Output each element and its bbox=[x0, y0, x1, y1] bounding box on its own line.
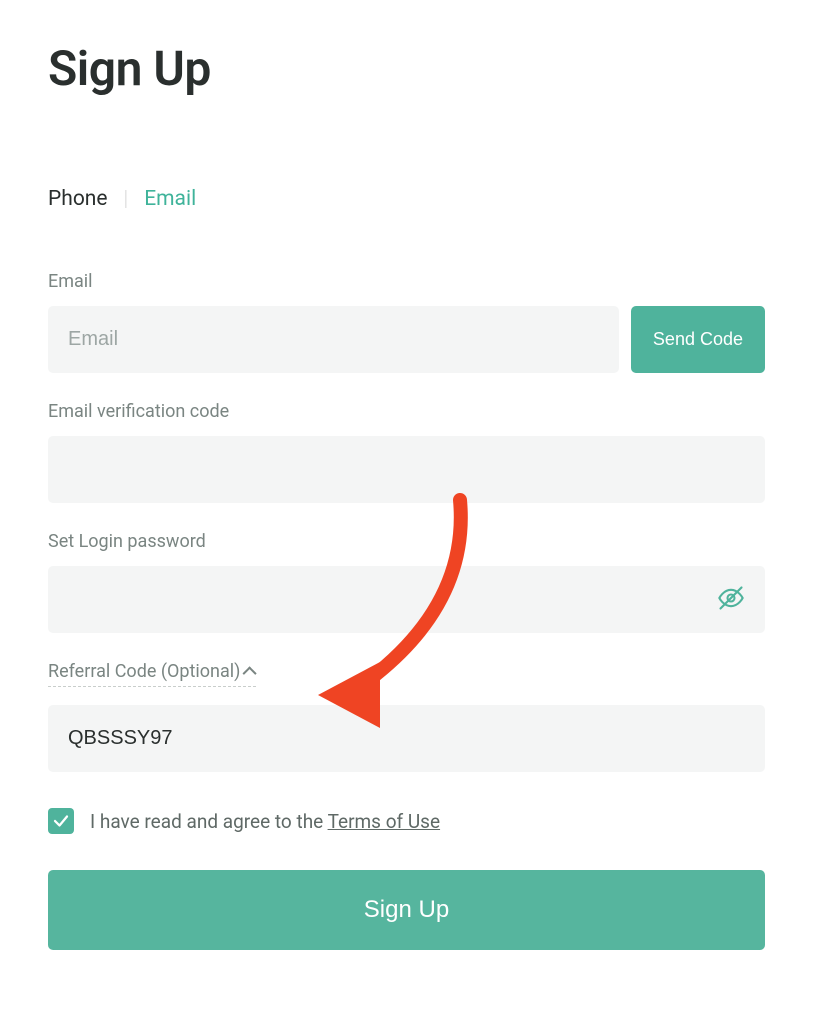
password-input[interactable] bbox=[48, 566, 765, 633]
tab-email[interactable]: Email bbox=[144, 187, 196, 211]
referral-toggle[interactable]: Referral Code (Optional) bbox=[48, 661, 256, 687]
tab-phone[interactable]: Phone bbox=[48, 187, 108, 211]
terms-row: I have read and agree to the Terms of Us… bbox=[48, 808, 765, 834]
referral-field-block: Referral Code (Optional) bbox=[48, 661, 765, 772]
terms-link[interactable]: Terms of Use bbox=[328, 810, 440, 833]
referral-input[interactable] bbox=[48, 705, 765, 772]
email-label: Email bbox=[48, 271, 765, 292]
chevron-up-icon bbox=[243, 666, 257, 680]
terms-checkbox[interactable] bbox=[48, 808, 74, 834]
verification-field-block: Email verification code bbox=[48, 401, 765, 503]
verification-input[interactable] bbox=[48, 436, 765, 503]
password-field-block: Set Login password bbox=[48, 531, 765, 633]
send-code-button[interactable]: Send Code bbox=[631, 306, 765, 373]
email-input[interactable] bbox=[48, 306, 619, 373]
verification-label: Email verification code bbox=[48, 401, 765, 422]
tabs: Phone | Email bbox=[48, 187, 765, 211]
page-title: Sign Up bbox=[48, 40, 765, 97]
terms-text: I have read and agree to the Terms of Us… bbox=[90, 810, 440, 833]
email-field-block: Email Send Code bbox=[48, 271, 765, 373]
eye-hidden-icon[interactable] bbox=[717, 584, 745, 616]
password-label: Set Login password bbox=[48, 531, 765, 552]
signup-button[interactable]: Sign Up bbox=[48, 870, 765, 950]
referral-toggle-label: Referral Code (Optional) bbox=[48, 661, 240, 682]
tab-divider: | bbox=[124, 187, 129, 211]
terms-prefix: I have read and agree to the bbox=[90, 810, 328, 833]
